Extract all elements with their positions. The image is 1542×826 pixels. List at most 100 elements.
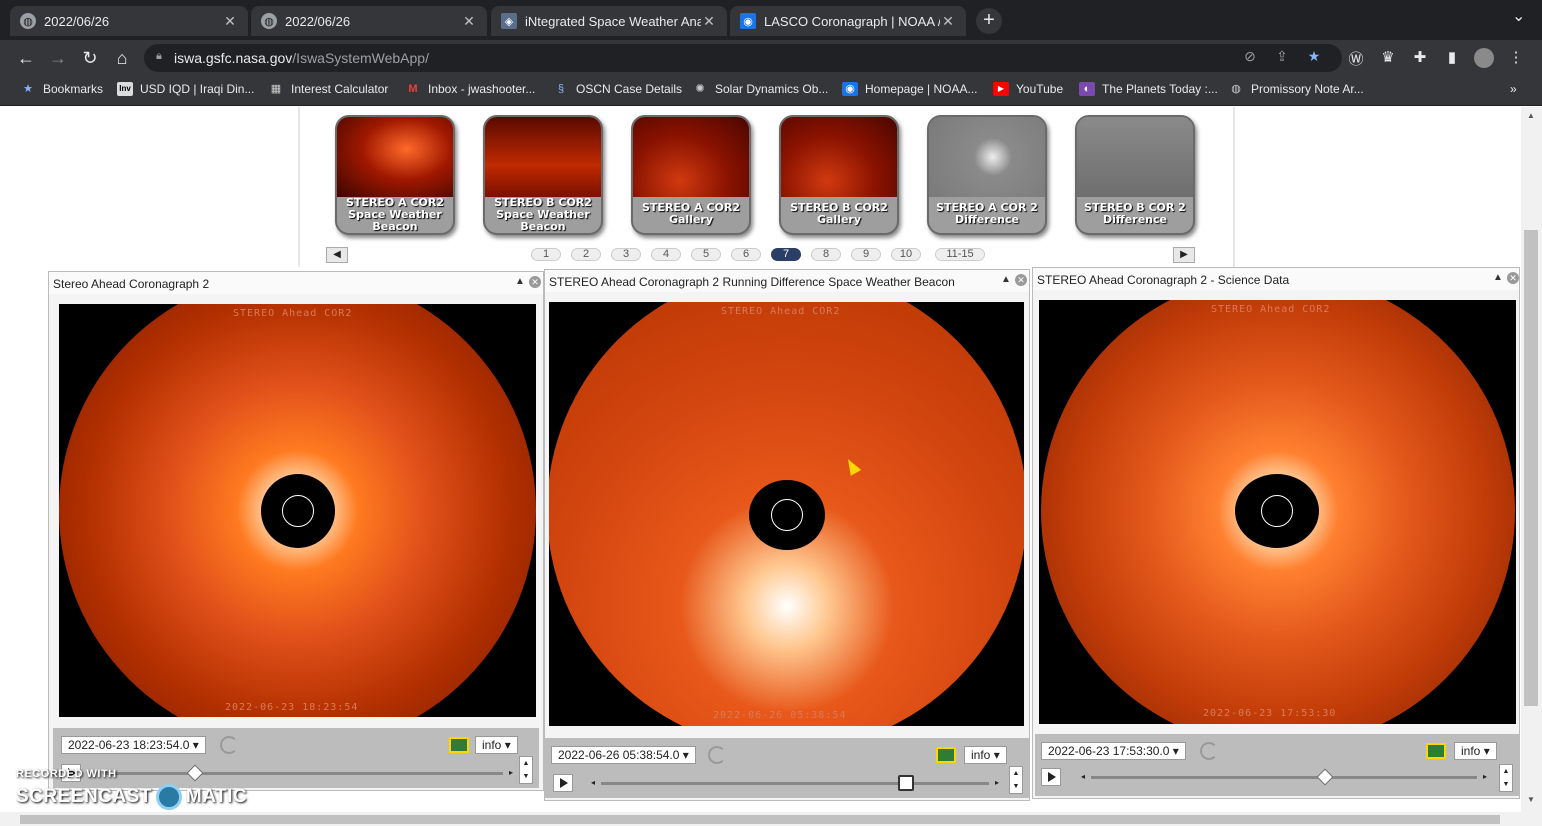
side-panel-icon[interactable]: ▮ [1442,48,1462,68]
collapse-icon[interactable]: ▲ [1001,274,1011,285]
pager-page[interactable]: 1 [531,248,561,261]
info-label: info [1461,744,1481,758]
slider-right-arrow[interactable]: ▸ [1483,772,1487,781]
info-dropdown[interactable]: info ▾ [964,746,1007,764]
close-panel-icon[interactable]: ✕ [1507,272,1519,284]
coronagraph-image[interactable]: STEREO Ahead COR2 2022-06-23 17:53:30 [1039,300,1516,724]
refresh-icon[interactable] [1200,742,1218,760]
bookmark-item[interactable]: ✺ Solar Dynamics Ob... [692,82,828,96]
date-select[interactable]: 2022-06-23 18:23:54.0 ▾ [61,736,206,754]
pager-page[interactable]: 2 [571,248,601,261]
pager-prev-button[interactable]: ◀ [326,247,348,263]
movie-icon[interactable] [449,737,469,753]
pager-page[interactable]: 6 [731,248,761,261]
new-tab-button[interactable]: + [976,8,1002,34]
date-select[interactable]: 2022-06-26 05:38:54.0 ▾ [551,746,696,764]
noaa-favicon-icon: ◉ [740,13,756,29]
play-button[interactable] [553,774,573,792]
address-bar[interactable]: 🔒︎ iswa.gsfc.nasa.gov/IswaSystemWebApp/ … [144,44,1342,72]
pager-page[interactable]: 8 [811,248,841,261]
extensions-puzzle-icon[interactable]: ✚ [1410,48,1430,68]
reload-button[interactable]: ↻ [78,46,102,70]
eye-off-icon[interactable]: ⊘ [1240,48,1260,68]
date-select[interactable]: 2022-06-23 17:53:30.0 ▾ [1041,742,1186,760]
image-timestamp: 2022-06-26 05:38:54 [713,710,847,721]
gallery-thumbnail[interactable]: STEREO B COR2 Space Weather Beacon [483,115,603,235]
pager-page[interactable]: 5 [691,248,721,261]
slider-left-arrow[interactable]: ◂ [1081,772,1085,781]
gallery-thumbnail[interactable]: STEREO A COR2 Space Weather Beacon [335,115,455,235]
speed-stepper[interactable]: ▲ ▼ [519,756,533,784]
extension-crown-icon[interactable]: ♛ [1378,48,1398,68]
vertical-scroll-thumb[interactable] [1524,230,1538,706]
pager-next-button[interactable]: ▶ [1173,247,1195,263]
pager-page-current[interactable]: 7 [771,248,801,261]
close-tab-icon[interactable]: ✕ [701,13,717,30]
bookmark-star-icon[interactable]: ★ [1304,48,1324,68]
slider-handle[interactable] [1316,768,1334,786]
coronagraph-image[interactable]: STEREO Ahead COR2 2022-06-26 05:38:54 [549,302,1024,726]
play-button[interactable] [1041,768,1061,786]
pager-page[interactable]: 9 [851,248,881,261]
bookmark-label: The Planets Today :... [1102,82,1218,96]
slider-left-arrow[interactable]: ◂ [591,778,595,787]
pager-page[interactable]: 10 [891,248,921,261]
menu-kebab-icon[interactable]: ⋮ [1506,48,1526,68]
browser-tab-3[interactable]: ◈ iNtegrated Space Weather Analy ✕ [491,6,727,36]
pager-page[interactable]: 4 [651,248,681,261]
bookmark-item[interactable]: ◍ Promissory Note Ar... [1228,82,1364,96]
speed-stepper[interactable]: ▲ ▼ [1499,764,1513,792]
bookmark-item[interactable]: § OSCN Case Details [553,82,682,96]
tab-search-chevron-icon[interactable]: ⌄ [1512,6,1525,26]
movie-icon[interactable] [1426,743,1446,759]
browser-tab-1[interactable]: ◍ 2022/06/26 ✕ [10,6,248,36]
close-tab-icon[interactable]: ✕ [461,13,477,30]
divider [1233,107,1235,267]
bookmark-item[interactable]: ▦ Interest Calculator [268,82,389,96]
back-button[interactable]: ← [14,46,38,70]
close-tab-icon[interactable]: ✕ [222,13,238,30]
slider-right-arrow[interactable]: ▸ [509,768,513,777]
bookmark-item[interactable]: ◐ The Planets Today :... [1079,82,1218,96]
browser-tab-4[interactable]: ◉ LASCO Coronagraph | NOAA / N ✕ [730,6,966,36]
gallery-thumbnail[interactable]: STEREO B COR 2 Difference [1075,115,1195,235]
coronagraph-image[interactable]: STEREO Ahead COR2 2022-06-23 18:23:54 [59,304,536,717]
horizontal-scroll-thumb[interactable] [20,815,1500,824]
gallery-thumbnail[interactable]: STEREO B COR2 Gallery [779,115,899,235]
refresh-icon[interactable] [708,746,726,764]
pager-page-range[interactable]: 11-15 [935,248,985,261]
bookmark-item[interactable]: ▶ YouTube [993,82,1063,96]
bookmark-item[interactable]: ★ Bookmarks [20,82,103,96]
time-slider[interactable] [1091,776,1477,779]
watermark-line2: SCREENCAST MATIC [16,784,247,810]
scroll-up-arrow[interactable]: ▲ [1527,111,1535,120]
profile-avatar[interactable] [1474,48,1494,68]
bookmarks-overflow-button[interactable]: » [1510,82,1517,96]
gallery-thumbnail[interactable]: STEREO A COR 2 Difference [927,115,1047,235]
refresh-icon[interactable] [220,736,238,754]
slider-right-arrow[interactable]: ▸ [995,778,999,787]
forward-button[interactable]: → [46,46,70,70]
url-host: iswa.gsfc.nasa.gov [174,50,293,66]
home-button[interactable]: ⌂ [110,46,134,70]
movie-icon[interactable] [936,747,956,763]
pager-page[interactable]: 3 [611,248,641,261]
info-dropdown[interactable]: info ▾ [1454,742,1497,760]
close-panel-icon[interactable]: ✕ [529,276,541,288]
bookmark-item[interactable]: ◉ Homepage | NOAA... [842,82,978,96]
time-slider[interactable] [601,782,989,785]
share-icon[interactable]: ⇪ [1272,48,1292,68]
close-tab-icon[interactable]: ✕ [940,13,956,30]
bookmark-item[interactable]: M Inbox - jwashooter... [405,82,535,96]
bookmark-item[interactable]: Inv USD IQD | Iraqi Din... [117,82,254,96]
slider-handle[interactable] [898,775,914,791]
speed-stepper[interactable]: ▲ ▼ [1009,766,1023,794]
info-dropdown[interactable]: info ▾ [475,736,518,754]
collapse-icon[interactable]: ▲ [515,276,525,287]
close-panel-icon[interactable]: ✕ [1015,274,1027,286]
scroll-down-arrow[interactable]: ▼ [1527,795,1535,804]
gallery-thumbnail[interactable]: STEREO A COR2 Gallery [631,115,751,235]
collapse-icon[interactable]: ▲ [1493,272,1503,283]
browser-tab-2[interactable]: ◍ 2022/06/26 ✕ [251,6,487,36]
extension-w-icon[interactable]: Ⓦ [1346,48,1366,68]
